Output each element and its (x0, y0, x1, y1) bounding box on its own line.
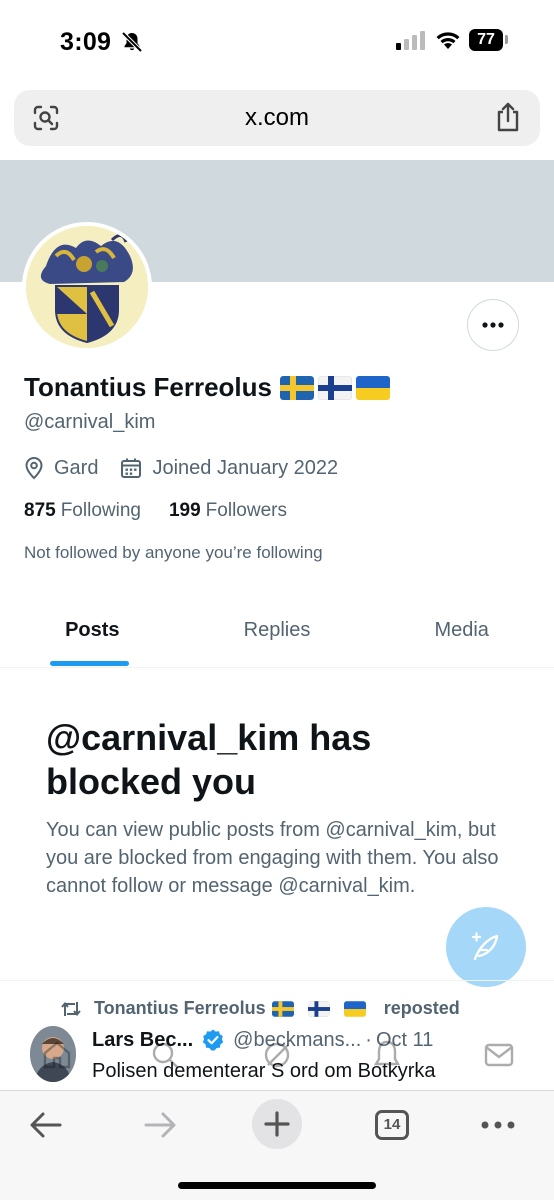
following-count: 875 (24, 500, 56, 521)
forward-arrow-icon (144, 1112, 176, 1138)
sweden-flag-icon (271, 1000, 294, 1017)
follow-stats: 875 Following 199 Followers (24, 500, 315, 522)
joined-text: Joined January 2022 (152, 456, 339, 479)
home-icon[interactable] (40, 1038, 74, 1072)
location-pin-icon (25, 456, 43, 480)
tab-posts[interactable]: Posts (0, 600, 185, 667)
cellular-signal-icon (396, 31, 425, 50)
followers-label: Followers (205, 500, 287, 521)
wifi-icon (436, 32, 460, 49)
divider (0, 980, 554, 981)
ellipsis-icon (482, 322, 504, 328)
repost-author: Tonantius Ferreolus (94, 998, 266, 1018)
finland-flag-icon (307, 1000, 330, 1017)
more-menu-button[interactable] (478, 1105, 518, 1145)
sweden-flag-icon (280, 375, 314, 400)
calendar-icon (121, 458, 142, 478)
repost-label: reposted (383, 998, 460, 1018)
location-text: Gard (54, 456, 99, 479)
plus-icon (264, 1111, 290, 1137)
followers-count: 199 (168, 500, 201, 521)
tabs-button[interactable]: 14 (372, 1105, 412, 1145)
messages-icon[interactable] (482, 1038, 516, 1072)
search-icon[interactable] (148, 1038, 182, 1072)
notifications-icon[interactable] (370, 1038, 404, 1072)
tab-replies[interactable]: Replies (185, 600, 370, 667)
battery-indicator: 77 (469, 29, 503, 51)
share-icon[interactable] (494, 101, 522, 133)
url-text[interactable]: x.com (14, 104, 540, 132)
profile-handle: @carnival_kim (24, 411, 156, 433)
compose-post-button[interactable] (446, 907, 526, 987)
flags (280, 375, 390, 400)
more-options-button[interactable] (467, 299, 519, 351)
back-arrow-icon (30, 1112, 62, 1138)
blocked-title: @carnival_kim has blocked you (46, 717, 372, 802)
tab-media[interactable]: Media (369, 600, 554, 667)
joined-date: Joined January 2022 (120, 457, 338, 480)
profile-meta: Gard Joined January 2022 (24, 455, 360, 481)
repost-indicator: Tonantius Ferreolus reposted (60, 998, 460, 1019)
following-label: Following (60, 500, 141, 521)
ukraine-flag-icon (356, 375, 390, 400)
repost-flags (271, 1000, 378, 1017)
ellipsis-icon (481, 1121, 515, 1129)
tab-count: 14 (375, 1110, 409, 1140)
display-name-text: Tonantius Ferreolus (24, 372, 272, 402)
profile-tabs: Posts Replies Media (0, 600, 554, 668)
followers-link[interactable]: 199 Followers (169, 500, 287, 522)
coat-of-arms-image (26, 226, 148, 348)
back-button[interactable] (26, 1105, 66, 1145)
status-bar: 3:09 77 (0, 0, 554, 84)
compose-feather-icon (471, 932, 499, 961)
location: Gard (24, 456, 98, 480)
blocked-description: You can view public posts from @carnival… (46, 819, 499, 897)
grok-icon[interactable] (260, 1038, 294, 1072)
not-followed-notice: Not followed by anyone you’re following (24, 543, 323, 562)
profile-display-name: Tonantius Ferreolus (24, 372, 390, 403)
active-tab-indicator (50, 661, 129, 666)
address-bar[interactable]: x.com (14, 90, 540, 146)
battery-tip (505, 35, 508, 44)
bell-slash-icon (121, 31, 143, 53)
status-time: 3:09 (60, 28, 112, 56)
home-indicator (178, 1182, 376, 1189)
forward-button[interactable] (140, 1105, 180, 1145)
x-bottom-nav (0, 1030, 554, 1086)
ukraine-flag-icon (343, 1000, 366, 1017)
repost-icon (61, 1001, 81, 1016)
finland-flag-icon (318, 375, 352, 400)
new-tab-button[interactable] (252, 1099, 302, 1149)
profile-avatar[interactable] (22, 222, 152, 352)
following-link[interactable]: 875 Following (24, 500, 141, 522)
